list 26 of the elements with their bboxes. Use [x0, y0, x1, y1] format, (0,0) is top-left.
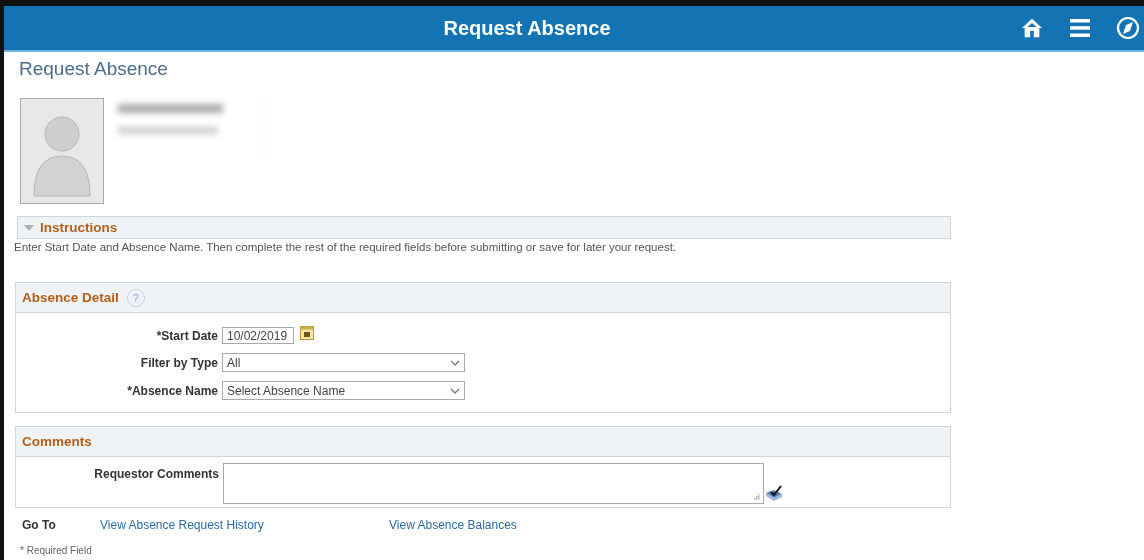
section-title: Instructions — [40, 220, 118, 235]
calendar-icon[interactable] — [300, 325, 314, 340]
field-label: *Absence Name — [126, 383, 219, 398]
link[interactable]: View Absence Request History — [100, 518, 389, 532]
page-title: Request Absence — [19, 58, 169, 80]
section-title: Absence Detail — [22, 290, 119, 305]
field-label: Requestor Comments — [93, 466, 220, 481]
field-label: *Start Date — [155, 328, 219, 343]
dropdown[interactable]: Select Absence Name — [222, 381, 465, 400]
avatar-icon — [20, 98, 104, 204]
chevron-down-icon[interactable] — [450, 359, 460, 366]
menu-icon[interactable] — [1070, 19, 1090, 37]
spellcheck-icon[interactable] — [764, 485, 784, 503]
chevron-down-icon[interactable] — [450, 387, 460, 394]
home-icon[interactable] — [1020, 17, 1044, 39]
field-label: Filter by Type — [139, 355, 219, 370]
resize-grip-icon[interactable] — [754, 494, 760, 500]
instructions-text: Enter Start Date and Absence Name. Then complete the rest of the required fields before submitting or save for later your request. — [14, 241, 678, 253]
dropdown[interactable]: All — [222, 353, 465, 372]
footnote: * Required Field — [20, 545, 93, 556]
goto-label: Go To — [21, 518, 57, 532]
compass-icon[interactable] — [1116, 16, 1140, 40]
link[interactable]: View Absence Balances — [389, 518, 517, 532]
section-title: Comments — [22, 434, 92, 449]
header-title: Request Absence — [442, 16, 612, 40]
date-field[interactable]: 10/02/2019 — [222, 327, 294, 344]
